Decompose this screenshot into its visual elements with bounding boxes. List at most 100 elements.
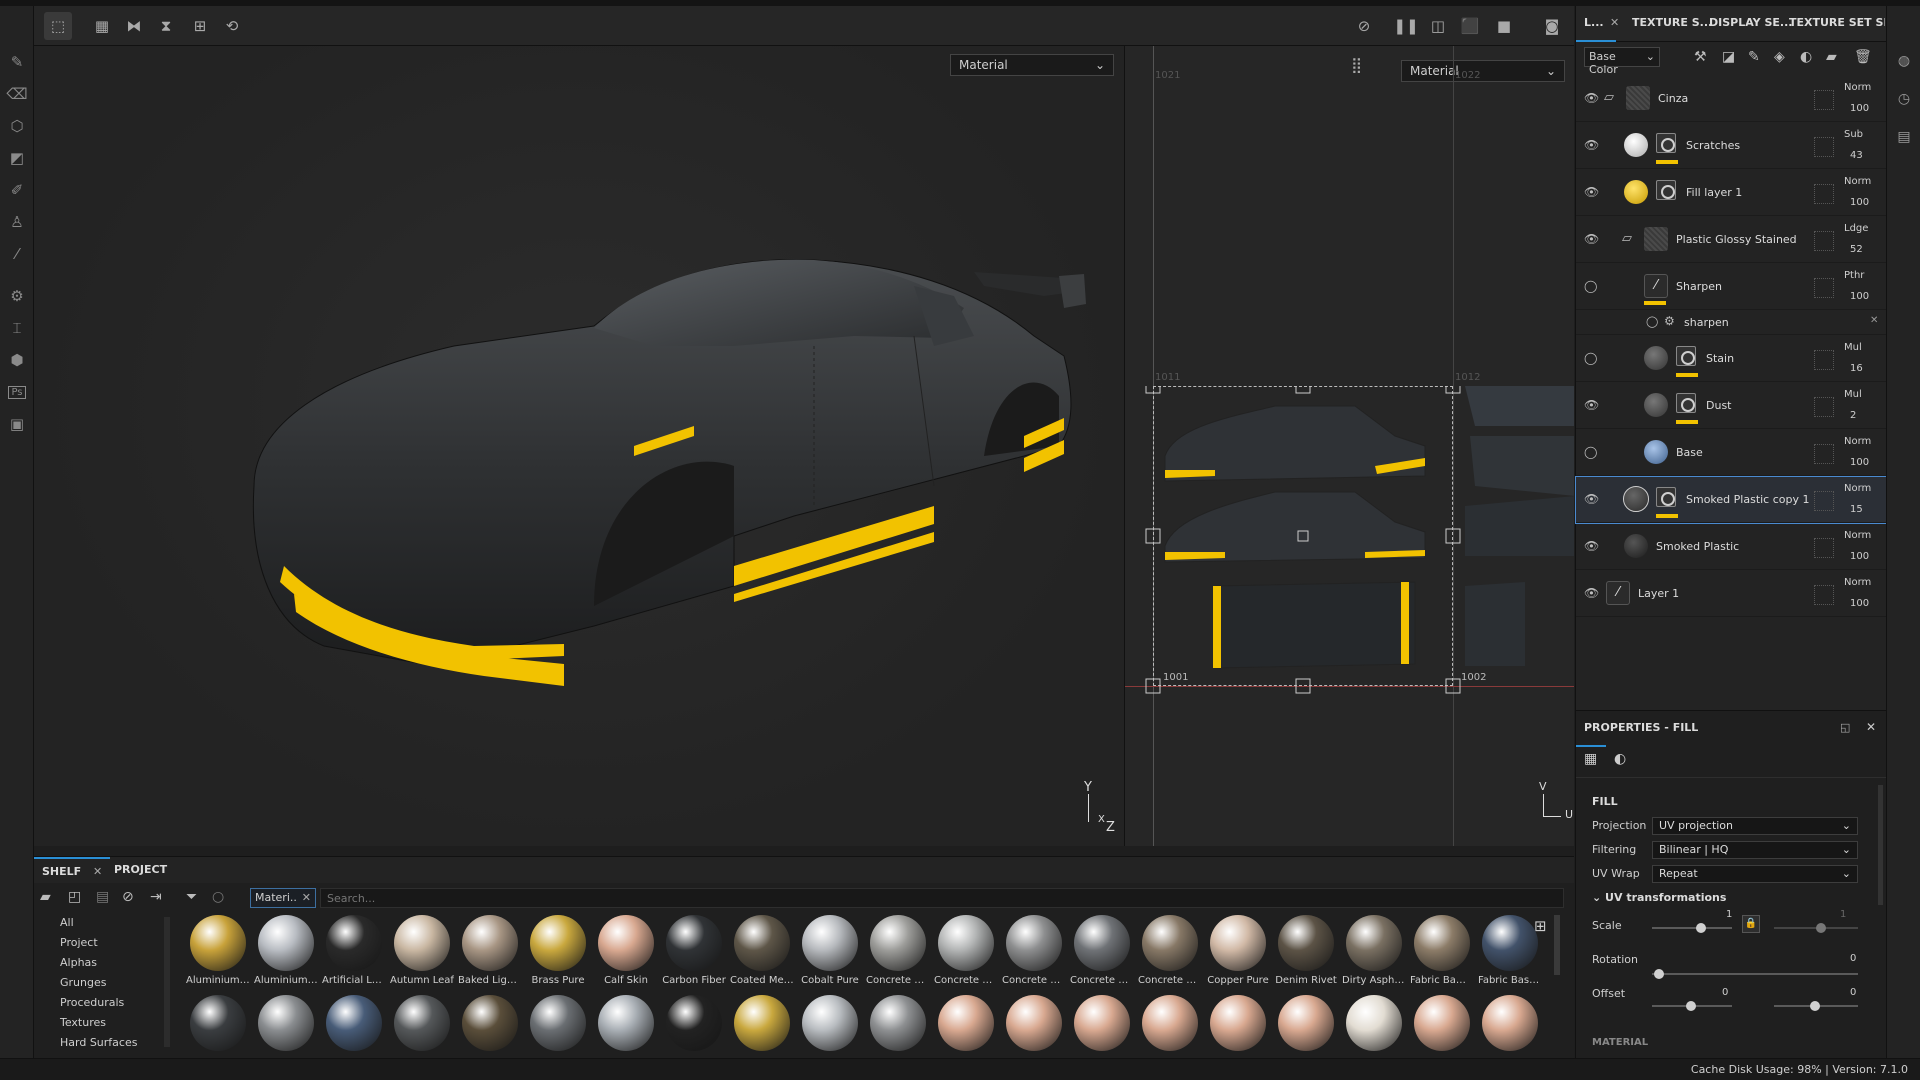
- color-picker-icon[interactable]: ⁄: [0, 238, 34, 270]
- grid-view-icon[interactable]: ⊞: [1534, 917, 1547, 935]
- uv-wrap-select[interactable]: Repeat ⌄: [1652, 865, 1858, 883]
- eye-icon[interactable]: 👁: [1584, 138, 1599, 152]
- hide-icon[interactable]: ⊘: [1350, 12, 1378, 40]
- material-item[interactable]: [1070, 995, 1134, 1059]
- clone-stamp-icon[interactable]: ♙: [0, 206, 34, 238]
- category-hard-surfaces[interactable]: Hard Surfaces: [34, 1033, 184, 1053]
- scale-value-v[interactable]: 1: [1840, 909, 1846, 920]
- tab-texture-set-list[interactable]: TEXTURE S...: [1632, 16, 1712, 29]
- material-item[interactable]: Concrete Cl...: [934, 915, 998, 991]
- add-folder-icon[interactable]: ▰: [1826, 49, 1837, 65]
- material-item[interactable]: Calf Skin: [594, 915, 658, 991]
- eye-icon[interactable]: ◯: [1584, 445, 1597, 459]
- paint-brush-icon[interactable]: ✎: [0, 46, 34, 78]
- material-item[interactable]: [662, 995, 726, 1059]
- delete-icon[interactable]: 🗑: [1854, 49, 1872, 65]
- category-all[interactable]: All: [34, 913, 184, 933]
- material-item[interactable]: [866, 995, 930, 1059]
- viewport-2d-mode-select[interactable]: Material ⌄: [1401, 60, 1565, 82]
- material-item[interactable]: [798, 995, 862, 1059]
- layer-opacity[interactable]: 100: [1850, 457, 1869, 468]
- fill-properties-icon[interactable]: ▦: [1584, 751, 1597, 767]
- material-item[interactable]: Fabric Base...: [1478, 915, 1542, 991]
- category-textures[interactable]: Textures: [34, 1013, 184, 1033]
- material-item[interactable]: Dirty Asphalt: [1342, 915, 1406, 991]
- material-item[interactable]: Baked Light...: [458, 915, 522, 991]
- polygon-fill-icon[interactable]: ◩: [0, 142, 34, 174]
- camera-icon[interactable]: ■: [1490, 12, 1518, 40]
- scale-v-slider-knob[interactable]: [1816, 923, 1826, 933]
- layer-blend-mode[interactable]: Mul: [1844, 342, 1862, 353]
- layer-blend-mode[interactable]: Norm: [1844, 436, 1871, 447]
- close-icon[interactable]: ✕: [1870, 315, 1878, 326]
- viewport-2d[interactable]: ⣿ Material ⌄ 1021 1022 1011 1012 1001 100…: [1124, 46, 1574, 846]
- scale-value[interactable]: 1: [1726, 909, 1732, 920]
- material-item[interactable]: Concrete Si...: [1070, 915, 1134, 991]
- offset-v-value[interactable]: 0: [1850, 987, 1856, 998]
- material-item[interactable]: Concrete D...: [1002, 915, 1066, 991]
- eye-icon[interactable]: 👁: [1584, 398, 1599, 412]
- material-item[interactable]: [322, 995, 386, 1059]
- material-item[interactable]: Denim Rivet: [1274, 915, 1338, 991]
- environment-icon[interactable]: ◍: [1887, 46, 1920, 76]
- layer-row[interactable]: ◯ Base Norm 100: [1576, 430, 1887, 476]
- undock-icon[interactable]: ◱: [1840, 721, 1850, 734]
- layer-opacity[interactable]: 100: [1850, 291, 1869, 302]
- material-item[interactable]: Concrete S...: [1138, 915, 1202, 991]
- material-item[interactable]: [254, 995, 318, 1059]
- scale-slider-track[interactable]: [1652, 927, 1732, 929]
- tab-layers[interactable]: L...: [1584, 16, 1604, 29]
- eraser-icon[interactable]: ⌫: [0, 78, 34, 110]
- material-item[interactable]: [730, 995, 794, 1059]
- layer-row[interactable]: ◯ Stain Mul 16: [1576, 336, 1887, 382]
- offset-u-value[interactable]: 0: [1722, 987, 1728, 998]
- material-item[interactable]: Autumn Leaf: [390, 915, 454, 991]
- symmetry-y-icon[interactable]: ⧗: [152, 12, 180, 40]
- material-item[interactable]: [1478, 995, 1542, 1059]
- add-paint-layer-icon[interactable]: ✎: [1748, 49, 1760, 65]
- tab-project[interactable]: PROJECT: [106, 857, 175, 883]
- select-icon[interactable]: ⬚: [44, 12, 72, 40]
- material-item[interactable]: [1206, 995, 1270, 1059]
- eye-icon[interactable]: 👁: [1584, 232, 1599, 246]
- category-project[interactable]: Project: [34, 933, 184, 953]
- offset-u-slider-knob[interactable]: [1686, 1001, 1696, 1011]
- add-fill-layer-icon[interactable]: ◈: [1774, 49, 1785, 65]
- material-item[interactable]: Brass Pure: [526, 915, 590, 991]
- material-item[interactable]: [1274, 995, 1338, 1059]
- layer-row[interactable]: 👁 ▱ Plastic Glossy Stained Ldge 52: [1576, 217, 1887, 263]
- layer-opacity[interactable]: 52: [1850, 244, 1863, 255]
- layer-row[interactable]: ◯ ⁄ Sharpen Pthr 100: [1576, 264, 1887, 310]
- pause-icon[interactable]: ❚❚: [1392, 12, 1420, 40]
- material-item[interactable]: [1342, 995, 1406, 1059]
- layer-row[interactable]: 👁 Dust Mul 2: [1576, 383, 1887, 429]
- filter-icon[interactable]: ⏷: [186, 889, 197, 905]
- symmetry-x-icon[interactable]: ⧓: [120, 12, 148, 40]
- eye-icon[interactable]: ◯: [1584, 279, 1597, 293]
- material-item[interactable]: Coated Metal: [730, 915, 794, 991]
- shelf-scrollbar[interactable]: [1554, 915, 1560, 975]
- layer-row[interactable]: 👁 ▱ Cinza Norm 100: [1576, 76, 1887, 122]
- layer-opacity[interactable]: 16: [1850, 363, 1863, 374]
- lock-icon[interactable]: 🔒: [1742, 915, 1760, 933]
- screenshot-icon[interactable]: ◙: [1538, 12, 1566, 40]
- import-icon[interactable]: ⇥: [150, 889, 162, 905]
- layer-blend-mode[interactable]: Norm: [1844, 530, 1871, 541]
- material-item[interactable]: Cobalt Pure: [798, 915, 862, 991]
- add-effect-icon[interactable]: ⚒: [1694, 49, 1707, 65]
- layer-blend-mode[interactable]: Norm: [1844, 483, 1871, 494]
- material-item[interactable]: [594, 995, 658, 1059]
- layer-row[interactable]: 👁 ⁄ Layer 1 Norm 100: [1576, 571, 1887, 617]
- properties-scrollbar[interactable]: [1878, 785, 1883, 905]
- layer-opacity[interactable]: 15: [1850, 504, 1863, 515]
- material-item[interactable]: Aluminium ...: [186, 915, 250, 991]
- material-icon[interactable]: ◐: [1614, 751, 1626, 767]
- category-grunges[interactable]: Grunges: [34, 973, 184, 993]
- channel-select[interactable]: Base Color ⌄: [1584, 47, 1660, 76]
- geometry-mask-icon[interactable]: ⬢: [0, 344, 34, 376]
- tab-shelf[interactable]: SHELF ✕: [34, 857, 111, 883]
- category-procedurals[interactable]: Procedurals: [34, 993, 184, 1013]
- layer-blend-mode[interactable]: Norm: [1844, 577, 1871, 588]
- layer-row[interactable]: 👁 Scratches Sub 43: [1576, 123, 1887, 169]
- grid-icon[interactable]: ▦: [88, 12, 116, 40]
